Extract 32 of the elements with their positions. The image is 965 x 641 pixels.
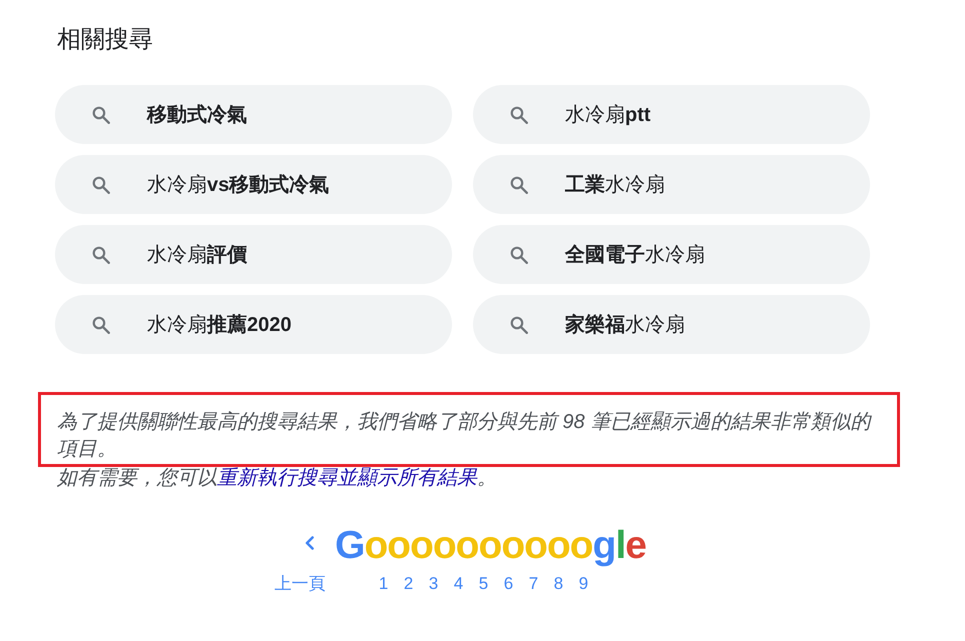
search-icon (92, 246, 110, 264)
search-icon (92, 106, 110, 124)
search-icon (510, 106, 528, 124)
search-icon (510, 176, 528, 194)
page-number-link[interactable]: 6 (496, 574, 521, 594)
search-icon (92, 176, 110, 194)
related-search-chip[interactable]: 家樂福水冷扇 (473, 295, 870, 354)
related-search-chip[interactable]: 移動式冷氣 (55, 85, 452, 144)
related-search-chip[interactable]: 水冷扇評價 (55, 225, 452, 284)
repeat-search-link[interactable]: 重新執行搜尋並顯示所有結果 (217, 467, 477, 489)
page-number-link[interactable]: 4 (446, 574, 471, 594)
related-search-chip[interactable]: 水冷扇vs移動式冷氣 (55, 155, 452, 214)
page-number-link[interactable]: 8 (546, 574, 571, 594)
search-icon (510, 246, 528, 264)
page-number-link[interactable]: 3 (421, 574, 446, 594)
related-search-chip[interactable]: 水冷扇ptt (473, 85, 870, 144)
page-number-link[interactable]: 2 (396, 574, 421, 594)
page-number-link[interactable]: 1 (371, 574, 396, 594)
related-search-chip[interactable]: 全國電子水冷扇 (473, 225, 870, 284)
related-search-chip[interactable]: 水冷扇推薦2020 (55, 295, 452, 354)
previous-page-link[interactable]: 上一頁 (273, 536, 327, 594)
omitted-results-notice: 為了提供關聯性最高的搜尋結果，我們省略了部分與先前 98 筆已經顯示過的結果非常類似的項目。 (57, 410, 873, 462)
search-icon (92, 316, 110, 334)
page-number-link[interactable]: 5 (471, 574, 496, 594)
related-search-chip[interactable]: 工業水冷扇 (473, 155, 870, 214)
google-logo: Goooooooooogle (335, 524, 646, 568)
page-number-link[interactable]: 7 (521, 574, 546, 594)
search-icon (510, 316, 528, 334)
page-number-link[interactable]: 9 (571, 574, 596, 594)
repeat-search-notice: 如有需要，您可以重新執行搜尋並顯示所有結果。 (57, 466, 497, 491)
section-title: 相關搜尋 (57, 25, 153, 55)
chevron-left-icon (305, 536, 314, 550)
